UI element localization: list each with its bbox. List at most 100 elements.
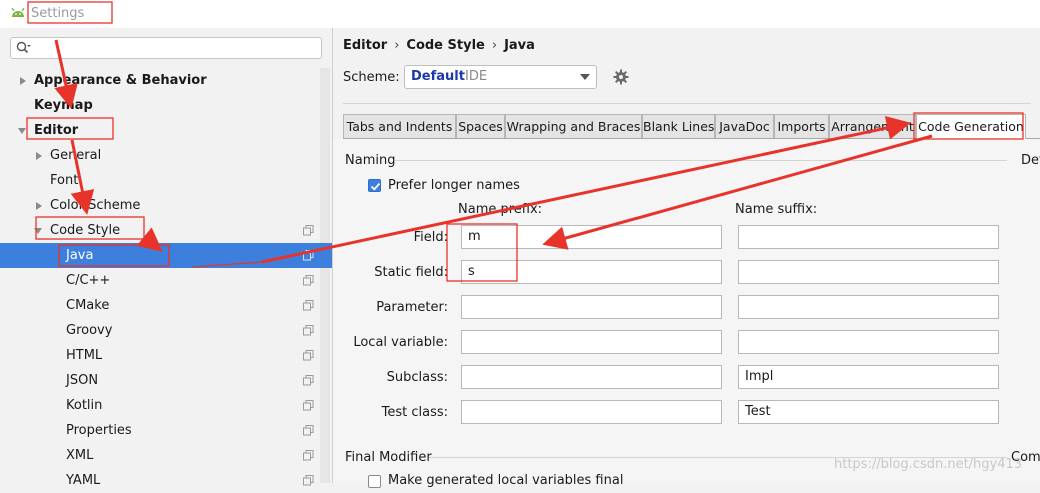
local-variable-row-label: Local variable: bbox=[353, 335, 448, 350]
tree-item-properties[interactable]: Properties bbox=[0, 418, 332, 443]
expand-arrow-icon[interactable] bbox=[34, 151, 44, 161]
field-suffix-input[interactable] bbox=[738, 225, 999, 249]
search-icon bbox=[16, 41, 31, 54]
test-class-prefix-input[interactable] bbox=[461, 400, 722, 424]
copy-icon bbox=[303, 275, 314, 286]
header-divider bbox=[343, 103, 1031, 104]
tree-item-keymap[interactable]: Keymap bbox=[0, 93, 332, 118]
parameter-suffix-input[interactable] bbox=[738, 295, 999, 319]
copy-icon bbox=[303, 450, 314, 461]
settings-sidebar: Appearance & Behavior Keymap Editor Gene… bbox=[0, 28, 332, 488]
tree-item-label: C/C++ bbox=[66, 273, 111, 288]
expand-arrow-icon[interactable] bbox=[34, 201, 44, 211]
tree-item-appearance-behavior[interactable]: Appearance & Behavior bbox=[0, 68, 332, 93]
tree-item-json[interactable]: JSON bbox=[0, 368, 332, 393]
tree-item-color-scheme[interactable]: Color Scheme bbox=[0, 193, 332, 218]
settings-main-panel: Editor › Code Style › Java Scheme: Default I… bbox=[332, 28, 1040, 488]
scheme-dropdown[interactable]: Default IDE bbox=[404, 65, 597, 89]
search-input[interactable] bbox=[10, 37, 322, 59]
tab-wrapping-and-braces[interactable]: Wrapping and Braces bbox=[505, 114, 642, 138]
tree-item-kotlin[interactable]: Kotlin bbox=[0, 393, 332, 418]
copy-icon bbox=[303, 475, 314, 486]
static-field-prefix-input[interactable]: s bbox=[461, 260, 722, 284]
code-style-tabs: Tabs and Indents Spaces Wrapping and Bra… bbox=[343, 114, 1040, 139]
name-suffix-header: Name suffix: bbox=[735, 202, 818, 217]
tree-item-label: Code Style bbox=[50, 223, 121, 238]
tree-item-label: XML bbox=[66, 448, 94, 463]
static-field-suffix-input[interactable] bbox=[738, 260, 999, 284]
tab-tabs-and-indents[interactable]: Tabs and Indents bbox=[343, 114, 456, 138]
make-local-final-checkbox[interactable] bbox=[368, 475, 381, 488]
copy-icon bbox=[303, 325, 314, 336]
scheme-label: Scheme: bbox=[343, 70, 400, 85]
parameter-row-label: Parameter: bbox=[376, 300, 448, 315]
copy-icon bbox=[303, 300, 314, 311]
copy-icon bbox=[303, 400, 314, 411]
breadcrumb: Editor › Code Style › Java bbox=[343, 38, 535, 53]
breadcrumb-separator: › bbox=[394, 38, 400, 53]
tree-item-code-style[interactable]: Code Style bbox=[0, 218, 332, 243]
scheme-value: Default bbox=[411, 69, 465, 84]
breadcrumb-separator: › bbox=[491, 38, 498, 53]
android-studio-icon bbox=[11, 7, 25, 17]
prefer-longer-names-label: Prefer longer names bbox=[388, 178, 520, 193]
default-visibility-section-title: Defa bbox=[1021, 153, 1040, 168]
tree-item-label: YAML bbox=[66, 473, 101, 488]
code-generation-content: Naming Defa Prefer longer names Name pre… bbox=[333, 139, 1040, 488]
local-variable-prefix-input[interactable] bbox=[461, 330, 722, 354]
chevron-down-icon bbox=[580, 74, 590, 80]
subclass-suffix-input[interactable]: Impl bbox=[738, 365, 999, 389]
tab-spaces[interactable]: Spaces bbox=[456, 114, 505, 138]
breadcrumb-item-editor[interactable]: Editor bbox=[343, 38, 387, 53]
field-prefix-input[interactable]: m bbox=[461, 225, 722, 249]
copy-icon bbox=[303, 250, 314, 261]
tree-item-java[interactable]: Java bbox=[0, 243, 332, 268]
copy-icon bbox=[303, 425, 314, 436]
tree-item-label: Java bbox=[66, 248, 94, 263]
tree-item-label: HTML bbox=[66, 348, 103, 363]
tree-item-label: Editor bbox=[34, 123, 79, 138]
tree-item-xml[interactable]: XML bbox=[0, 443, 332, 468]
tree-item-html[interactable]: HTML bbox=[0, 343, 332, 368]
tree-item-editor[interactable]: Editor bbox=[0, 118, 332, 143]
field-row-label: Field: bbox=[413, 230, 448, 245]
make-local-final-label: Make generated local variables final bbox=[388, 473, 624, 488]
tree-item-label: JSON bbox=[66, 373, 99, 388]
checkmark-icon bbox=[370, 182, 381, 191]
subclass-prefix-input[interactable] bbox=[461, 365, 722, 389]
collapse-arrow-icon[interactable] bbox=[33, 226, 43, 236]
tree-item-label: Appearance & Behavior bbox=[34, 73, 207, 88]
breadcrumb-item-java: Java bbox=[504, 38, 535, 53]
test-class-row-label: Test class: bbox=[381, 405, 448, 420]
tree-item-font[interactable]: Font bbox=[0, 168, 332, 193]
tree-item-cmake[interactable]: CMake bbox=[0, 293, 332, 318]
expand-arrow-icon[interactable] bbox=[18, 76, 28, 86]
static-field-row-label: Static field: bbox=[374, 265, 448, 280]
breadcrumb-item-code-style[interactable]: Code Style bbox=[406, 38, 484, 53]
tree-item-yaml[interactable]: YAML bbox=[0, 468, 332, 493]
tree-item-label: General bbox=[50, 148, 102, 163]
copy-icon bbox=[303, 350, 314, 361]
tree-item-general[interactable]: General bbox=[0, 143, 332, 168]
local-variable-suffix-input[interactable] bbox=[738, 330, 999, 354]
tab-blank-lines[interactable]: Blank Lines bbox=[642, 114, 715, 138]
prefer-longer-names-checkbox[interactable] bbox=[368, 179, 381, 192]
tree-item-label: Groovy bbox=[66, 323, 113, 338]
section-divider bbox=[395, 160, 1007, 161]
gear-icon[interactable] bbox=[613, 69, 629, 85]
copy-icon bbox=[303, 225, 314, 236]
test-class-suffix-input[interactable]: Test bbox=[738, 400, 999, 424]
tree-item-label: Color Scheme bbox=[50, 198, 141, 213]
tree-item-label: Kotlin bbox=[66, 398, 103, 413]
tab-imports[interactable]: Imports bbox=[774, 114, 829, 138]
scheme-scope: IDE bbox=[465, 69, 488, 84]
collapse-arrow-icon[interactable] bbox=[17, 126, 27, 136]
tab-arrangement[interactable]: Arrangement bbox=[829, 114, 916, 138]
parameter-prefix-input[interactable] bbox=[461, 295, 722, 319]
tree-item-groovy[interactable]: Groovy bbox=[0, 318, 332, 343]
tab-javadoc[interactable]: JavaDoc bbox=[715, 114, 774, 138]
tab-code-generation[interactable]: Code Generation bbox=[916, 114, 1026, 139]
tree-item-cpp[interactable]: C/C++ bbox=[0, 268, 332, 293]
tree-item-label: CMake bbox=[66, 298, 110, 313]
tree-item-label: Properties bbox=[66, 423, 132, 438]
